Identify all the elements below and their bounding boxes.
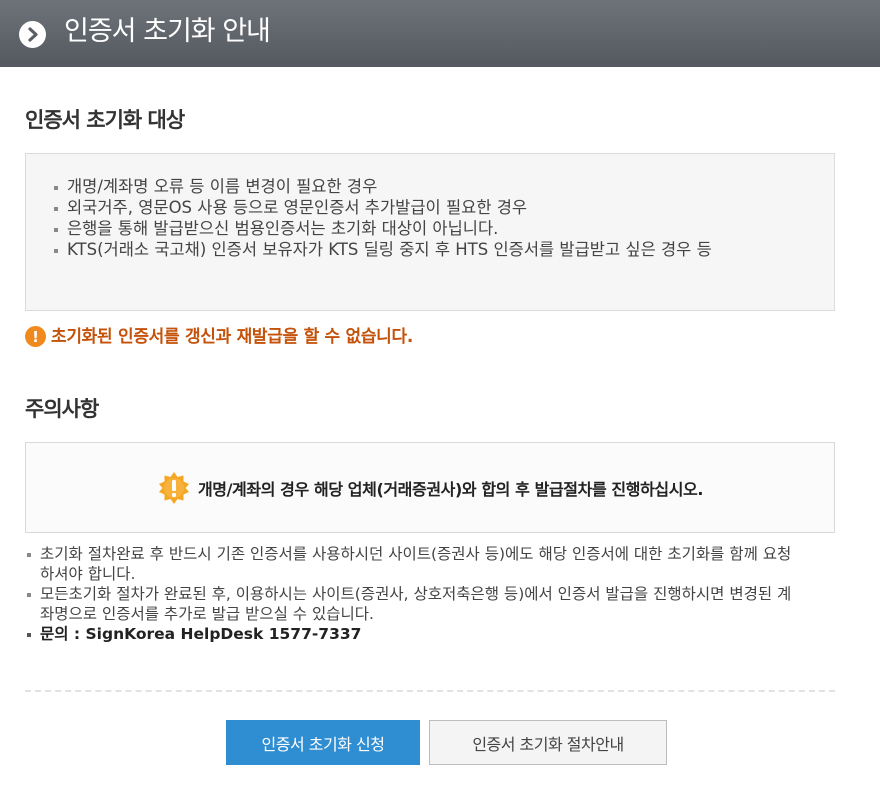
list-item: 개명/계좌명 오류 등 이름 변경이 필요한 경우: [54, 176, 806, 197]
list-item: 외국거주, 영문OS 사용 등으로 영문인증서 추가발급이 필요한 경우: [54, 197, 806, 218]
page-header: 인증서 초기화 안내: [0, 0, 880, 67]
target-section-title: 인증서 초기화 대상: [25, 108, 185, 132]
caution-notes: 초기화 절차완료 후 반드시 기존 인증서를 사용하시던 사이트(증권사 등)에…: [27, 544, 800, 644]
chevron-right-circle-icon: [19, 21, 46, 48]
exclamation-circle-icon: !: [25, 326, 46, 347]
notice-text: 개명/계좌의 경우 해당 업체(거래증권사)와 합의 후 발급절차를 진행하십시…: [197, 479, 704, 499]
divider: [25, 690, 835, 692]
reset-warning: ! 초기화된 인증서를 갱신과 재발급을 할 수 없습니다.: [25, 322, 413, 347]
target-list: 개명/계좌명 오류 등 이름 변경이 필요한 경우 외국거주, 영문OS 사용 …: [54, 176, 806, 260]
target-list-box: 개명/계좌명 오류 등 이름 변경이 필요한 경우 외국거주, 영문OS 사용 …: [25, 153, 835, 311]
exclamation-burst-icon: [158, 471, 189, 504]
warning-text: 초기화된 인증서를 갱신과 재발급을 할 수 없습니다.: [51, 327, 414, 347]
apply-reset-button[interactable]: 인증서 초기화 신청: [226, 720, 420, 765]
list-item: 초기화 절차완료 후 반드시 기존 인증서를 사용하시던 사이트(증권사 등)에…: [27, 544, 800, 584]
helpdesk-contact: 문의 : SignKorea HelpDesk 1577-7337: [27, 624, 800, 644]
caution-section-title: 주의사항: [25, 397, 99, 421]
caution-notice-box: 개명/계좌의 경우 해당 업체(거래증권사)와 합의 후 발급절차를 진행하십시…: [25, 442, 835, 533]
list-item: 은행을 통해 발급받으신 범용인증서는 초기화 대상이 아닙니다.: [54, 218, 806, 239]
list-item: KTS(거래소 국고채) 인증서 보유자가 KTS 딜링 중지 후 HTS 인증…: [54, 239, 806, 260]
reset-guide-button[interactable]: 인증서 초기화 절차안내: [429, 720, 667, 765]
list-item: 모든초기화 절차가 완료된 후, 이용하시는 사이트(증권사, 상호저축은행 등…: [27, 584, 800, 624]
page-title: 인증서 초기화 안내: [64, 16, 271, 47]
